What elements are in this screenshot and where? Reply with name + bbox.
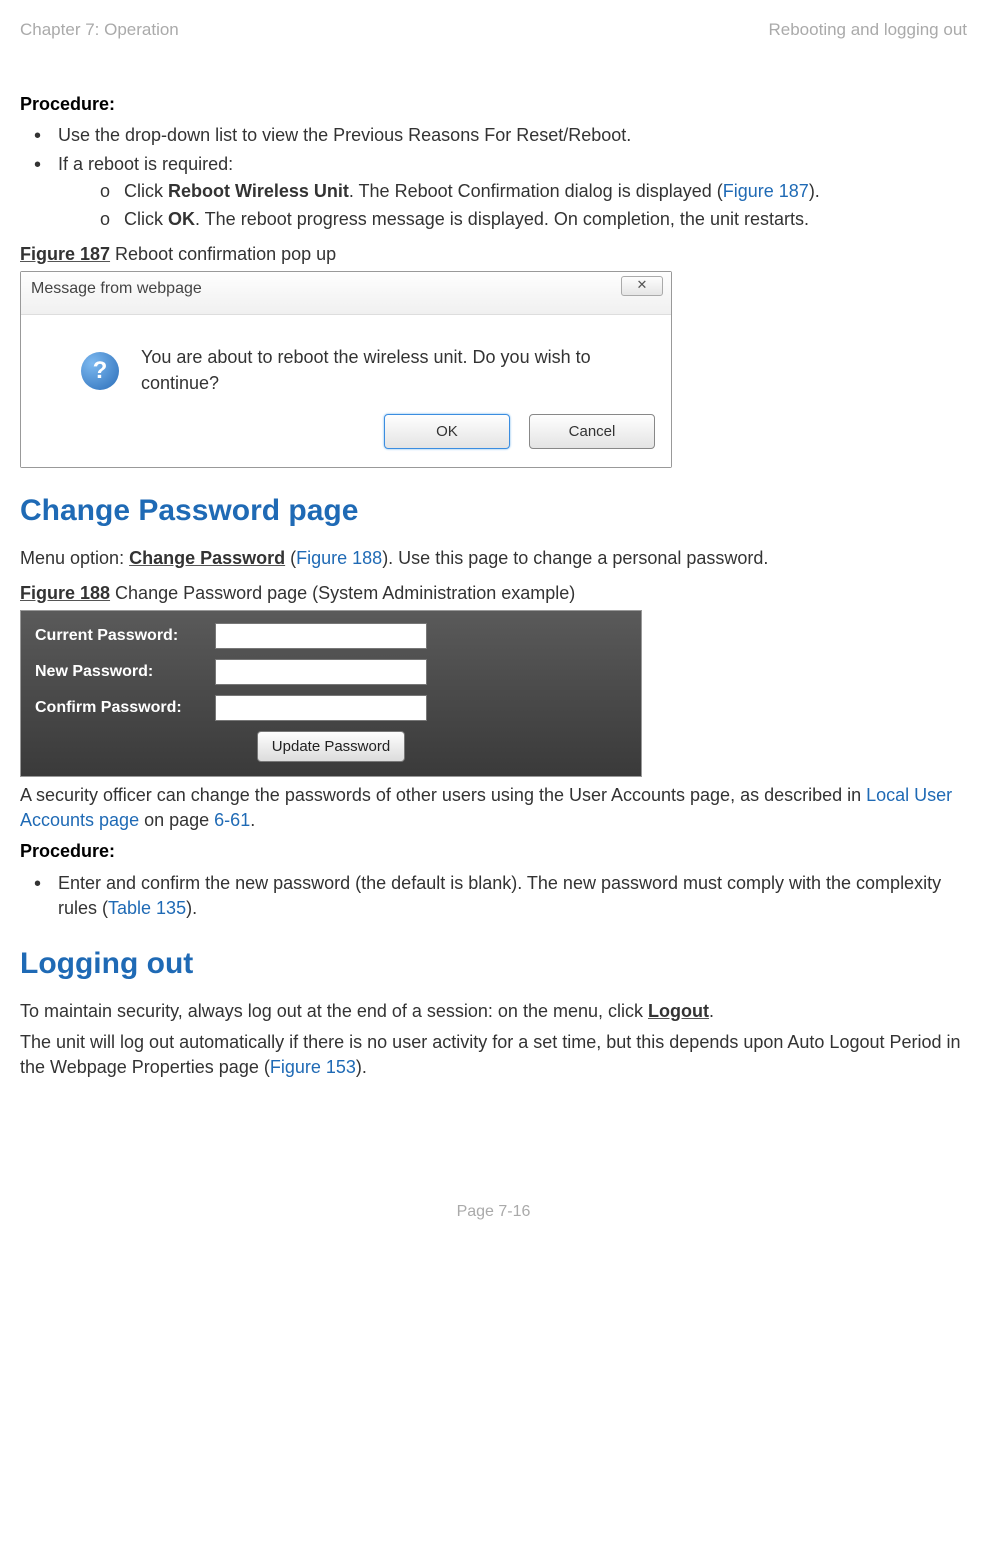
- t: on page: [139, 810, 214, 830]
- t: A security officer can change the passwo…: [20, 785, 866, 805]
- list-item: Enter and confirm the new password (the …: [30, 871, 967, 921]
- t: Click: [124, 209, 168, 229]
- t: ).: [356, 1057, 367, 1077]
- fig-label: Figure 188: [20, 583, 110, 603]
- reboot-unit-ref: Reboot Wireless Unit: [168, 181, 349, 201]
- update-row: Update Password: [35, 731, 627, 762]
- t: Menu option:: [20, 548, 129, 568]
- current-password-label: Current Password:: [35, 625, 215, 647]
- figure-188-caption: Figure 188 Change Password page (System …: [20, 581, 967, 606]
- cancel-button[interactable]: Cancel: [529, 414, 655, 449]
- sub-item: Click OK. The reboot progress message is…: [58, 207, 967, 232]
- t: The unit will log out automatically if t…: [20, 1032, 961, 1077]
- t: Click: [124, 181, 168, 201]
- header-left: Chapter 7: Operation: [20, 18, 179, 42]
- close-button[interactable]: ✕: [621, 276, 663, 296]
- procedure-label: Procedure:: [20, 92, 967, 117]
- change-password-form: Current Password: New Password: Confirm …: [20, 610, 642, 777]
- t: .: [250, 810, 255, 830]
- fig-label: Figure 187: [20, 244, 110, 264]
- table-135-link[interactable]: Table 135: [108, 898, 186, 918]
- fig-text: Reboot confirmation pop up: [110, 244, 336, 264]
- t: ). Use this page to change a personal pa…: [382, 548, 768, 568]
- t: .: [709, 1001, 714, 1021]
- procedure-list: Use the drop-down list to view the Previ…: [20, 123, 967, 232]
- confirm-password-input[interactable]: [215, 695, 427, 721]
- figure-187-caption: Figure 187 Reboot confirmation pop up: [20, 242, 967, 267]
- form-row: Confirm Password:: [35, 695, 627, 721]
- security-officer-note: A security officer can change the passwo…: [20, 783, 967, 833]
- menu-option-line: Menu option: Change Password (Figure 188…: [20, 546, 967, 571]
- dialog-body: ? You are about to reboot the wireless u…: [21, 315, 671, 413]
- t: . The Reboot Confirmation dialog is disp…: [349, 181, 723, 201]
- form-row: New Password:: [35, 659, 627, 685]
- page-header: Chapter 7: Operation Rebooting and loggi…: [20, 18, 967, 42]
- list-item: Use the drop-down list to view the Previ…: [30, 123, 967, 148]
- t: ).: [186, 898, 197, 918]
- t: . The reboot progress message is display…: [195, 209, 809, 229]
- close-icon: ✕: [637, 277, 648, 292]
- procedure-label-2: Procedure:: [20, 839, 967, 864]
- logout-menu-ref: Logout: [648, 1001, 709, 1021]
- t: ).: [809, 181, 820, 201]
- t: (: [285, 548, 296, 568]
- logging-out-heading: Logging out: [20, 943, 967, 985]
- dialog-button-row: OK Cancel: [21, 414, 671, 467]
- new-password-label: New Password:: [35, 661, 215, 683]
- logout-line-1: To maintain security, always log out at …: [20, 999, 967, 1024]
- question-icon: ?: [81, 352, 119, 390]
- fig-text: Change Password page (System Administrat…: [110, 583, 575, 603]
- form-row: Current Password:: [35, 623, 627, 649]
- figure-187-link[interactable]: Figure 187: [723, 181, 809, 201]
- figure-188-link[interactable]: Figure 188: [296, 548, 382, 568]
- dialog-titlebar: Message from webpage ✕: [21, 272, 671, 315]
- dialog-title-text: Message from webpage: [31, 280, 202, 297]
- logout-line-2: The unit will log out automatically if t…: [20, 1030, 967, 1080]
- reboot-confirmation-dialog: Message from webpage ✕ ? You are about t…: [20, 271, 672, 468]
- change-password-heading: Change Password page: [20, 490, 967, 532]
- new-password-input[interactable]: [215, 659, 427, 685]
- sub-item: Click Reboot Wireless Unit. The Reboot C…: [58, 179, 967, 204]
- change-password-menu-ref: Change Password: [129, 548, 285, 568]
- t: To maintain security, always log out at …: [20, 1001, 648, 1021]
- current-password-input[interactable]: [215, 623, 427, 649]
- figure-153-link[interactable]: Figure 153: [270, 1057, 356, 1077]
- confirm-password-label: Confirm Password:: [35, 697, 215, 719]
- dialog-message: You are about to reboot the wireless uni…: [141, 345, 655, 395]
- ok-ref: OK: [168, 209, 195, 229]
- update-password-button[interactable]: Update Password: [257, 731, 405, 762]
- page-ref-link[interactable]: 6-61: [214, 810, 250, 830]
- list-text: If a reboot is required:: [58, 154, 233, 174]
- procedure-list-2: Enter and confirm the new password (the …: [20, 871, 967, 921]
- page-footer: Page 7-16: [20, 1201, 967, 1223]
- list-item: If a reboot is required: Click Reboot Wi…: [30, 152, 967, 232]
- header-right: Rebooting and logging out: [769, 18, 968, 42]
- ok-button[interactable]: OK: [384, 414, 510, 449]
